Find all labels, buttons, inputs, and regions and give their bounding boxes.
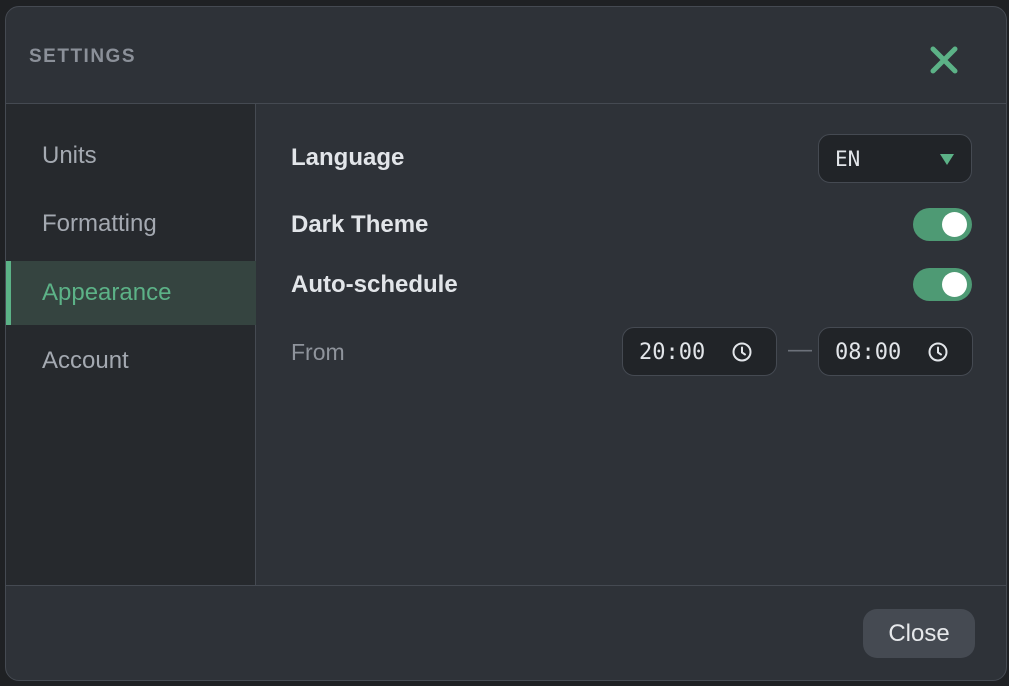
sidebar-item-units[interactable]: Units (6, 124, 256, 188)
sidebar-item-appearance[interactable]: Appearance (6, 261, 256, 325)
range-separator: — (788, 336, 812, 363)
language-value: EN (835, 147, 861, 171)
clock-icon[interactable] (731, 341, 753, 363)
to-time-input[interactable]: 08:00 (818, 327, 973, 376)
dialog-footer: Close (6, 585, 1006, 680)
language-select[interactable]: EN (818, 134, 972, 183)
clock-icon[interactable] (927, 341, 949, 363)
sidebar-item-account[interactable]: Account (6, 329, 256, 393)
dialog-title: SETTINGS (29, 46, 137, 67)
settings-dialog: SETTINGS Units Formatting Appearance Acc… (5, 6, 1007, 681)
toggle-knob (942, 272, 967, 297)
from-time-value: 20:00 (639, 340, 706, 365)
dialog-header: SETTINGS (6, 7, 1006, 104)
to-time-value: 08:00 (835, 340, 902, 365)
dark-theme-toggle[interactable] (913, 208, 972, 241)
auto-schedule-toggle[interactable] (913, 268, 972, 301)
dark-theme-label: Dark Theme (291, 211, 429, 238)
settings-sidebar: Units Formatting Appearance Account (6, 104, 256, 585)
caret-down-icon (940, 154, 954, 165)
close-icon[interactable] (924, 40, 964, 80)
sidebar-item-formatting[interactable]: Formatting (6, 192, 256, 256)
language-label: Language (291, 144, 405, 171)
appearance-panel: Language EN Dark Theme Auto-schedule Fro… (257, 104, 1006, 585)
from-time-input[interactable]: 20:00 (622, 327, 777, 376)
toggle-knob (942, 212, 967, 237)
close-button[interactable]: Close (863, 609, 975, 658)
from-label: From (291, 339, 345, 365)
auto-schedule-label: Auto-schedule (291, 271, 458, 298)
